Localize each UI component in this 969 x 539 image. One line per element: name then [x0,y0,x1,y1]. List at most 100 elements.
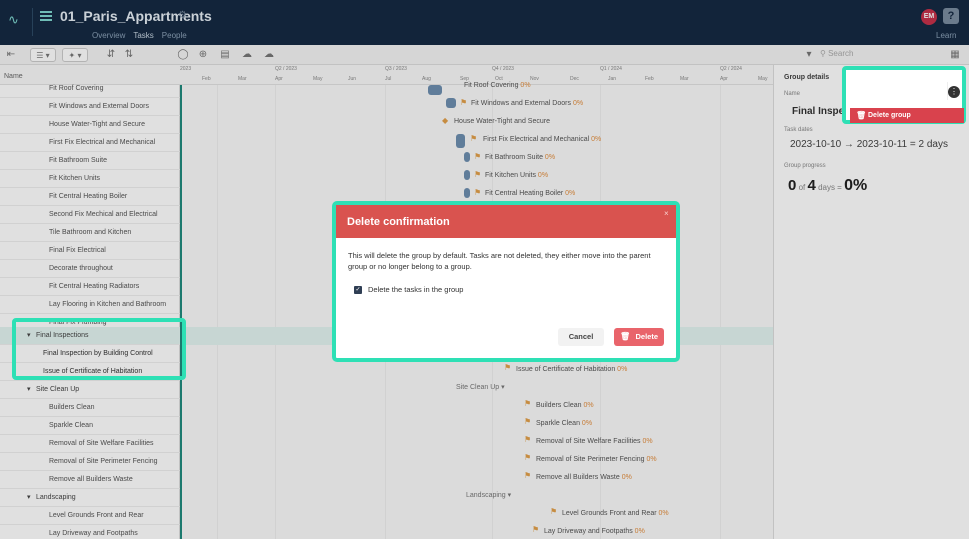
today-marker [180,85,182,539]
zoom-out-icon[interactable]: ◯ [176,48,190,62]
task-row[interactable]: Lay Driveway and Footpaths [0,525,180,539]
month-label: Dec [570,76,579,82]
expand-icon[interactable]: ⇵ [104,48,118,62]
month-label: Nov [530,76,539,82]
menu-icon[interactable] [40,11,52,21]
highlight-group-rows [12,318,186,380]
filter-icon[interactable]: ▾ [802,48,816,62]
task-dates-value: 2023-10-10 → 2023-10-11 = 2 days [790,139,948,150]
task-row[interactable]: Fit Windows and External Doors [0,98,180,116]
help-button[interactable]: ? [943,8,959,24]
task-row[interactable]: Decorate throughout [0,260,180,278]
group-progress: 0 of 4 days = 0% [788,177,868,194]
group-row-landscaping[interactable]: Landscaping [0,489,180,507]
cloud-upload-icon[interactable]: ☁ [262,48,276,62]
gantt-label: Sparkle Clean 0% [536,420,593,427]
task-row[interactable]: Builders Clean [0,399,180,417]
task-row[interactable]: Removal of Site Perimeter Fencing [0,453,180,471]
month-label: Mar [238,76,247,82]
close-icon[interactable]: × [664,209,669,218]
cloud-download-icon[interactable]: ☁ [240,48,254,62]
search-input[interactable]: ⚲ Search [820,49,940,62]
project-title[interactable]: 01_Paris_Appartments [60,8,212,24]
task-row[interactable]: Second Fix Mechical and Electrical [0,206,180,224]
gantt-bar[interactable] [456,134,465,148]
activity-icon[interactable]: ∿ [8,12,19,28]
add-task-dropdown[interactable]: ☰ ▾ [30,48,56,62]
trash-icon: 🗑 [620,332,631,341]
gantt-label: Level Grounds Front and Rear 0% [562,510,669,517]
more-options-icon[interactable]: ⋮ [948,86,960,98]
delete-group-button[interactable]: 🗑 Delete group [850,108,964,123]
divider [32,8,33,36]
gantt-bar[interactable] [464,188,470,198]
group-name-input[interactable] [848,82,948,100]
milestone-flag-icon: ⚑ [474,170,482,179]
gantt-label: Builders Clean 0% [536,402,594,409]
month-label: Feb [202,76,211,82]
panel-toggle-icon[interactable]: ▦ [948,48,962,62]
tab-tasks[interactable]: Tasks [133,31,153,40]
project-tabs: Overview Tasks People [92,31,187,40]
zoom-in-icon[interactable]: ⊕ [196,48,210,62]
task-row[interactable]: House Water-Tight and Secure [0,116,180,134]
tools-dropdown[interactable]: ✦ ▾ [62,48,88,62]
task-row[interactable]: Removal of Site Welfare Facilities [0,435,180,453]
tab-people[interactable]: People [162,31,187,40]
toolbar: ⇤ ☰ ▾ ✦ ▾ ⇵ ⇅ ◯ ⊕ ▤ ☁ ☁ ▾ ⚲ Search ▦ [0,45,969,65]
gantt-label: Fit Roof Covering 0% [464,82,531,89]
milestone-flag-icon: ⚑ [470,134,478,143]
gantt-label: Issue of Certificate of Habitation 0% [516,366,628,373]
checkbox-check-icon[interactable]: ✓ [354,286,362,295]
learn-link[interactable]: Learn [936,31,956,40]
gantt-bar[interactable] [428,85,442,95]
task-row[interactable]: Fit Roof Covering [0,80,180,98]
quarter-label: Q3 / 2023 [385,66,407,72]
task-row[interactable]: Final Fix Electrical [0,242,180,260]
task-row[interactable]: Fit Central Heating Radiators [0,278,180,296]
settings-gear-icon[interactable]: ⚙ [178,10,187,21]
gantt-bar[interactable] [464,152,470,162]
gantt-bar[interactable] [446,98,456,108]
month-label: May [758,76,768,82]
quarter-label: Q2 / 2023 [275,66,297,72]
name-column-header: Name [4,73,23,80]
modal-header: Delete confirmation × [336,205,676,238]
milestone-flag-icon: ⚑ [460,98,468,107]
indent-icon[interactable]: ⇤ [4,48,18,62]
delete-button[interactable]: 🗑 Delete [614,328,664,346]
gantt-label: House Water-Tight and Secure [454,118,550,125]
month-label: Aug [422,76,431,82]
gantt-label: Fit Windows and External Doors 0% [471,100,584,107]
delete-tasks-checkbox[interactable]: ✓ Delete the tasks in the group [354,285,463,295]
collapse-icon[interactable]: ⇅ [122,48,136,62]
modal-title: Delete confirmation [347,216,450,228]
task-row[interactable]: Remove all Builders Waste [0,471,180,489]
task-row[interactable]: Lay Flooring in Kitchen and Bathroom [0,296,180,314]
modal-message: This will delete the group by default. T… [348,251,651,271]
month-label: Mar [680,76,689,82]
gantt-label: Fit Kitchen Units 0% [485,172,549,179]
milestone-flag-icon: ⚑ [524,471,532,480]
gantt-group-label: Landscaping ▾ [466,492,512,499]
task-row[interactable]: Fit Central Heating Boiler [0,188,180,206]
user-avatar[interactable]: EM [921,9,937,25]
task-row[interactable]: Fit Kitchen Units [0,170,180,188]
task-row[interactable]: Level Grounds Front and Rear [0,507,180,525]
name-label: Name [784,91,801,97]
cancel-button[interactable]: Cancel [558,328,604,346]
group-row-site-clean-up[interactable]: Site Clean Up [0,381,180,399]
gantt-label: Removal of Site Perimeter Fencing 0% [536,456,657,463]
task-row[interactable]: Sparkle Clean [0,417,180,435]
group-details-panel: Group details Name Final Inspeti Task da… [773,65,969,539]
month-label: Jan [608,76,617,82]
gantt-label: First Fix Electrical and Mechanical 0% [483,136,602,143]
tab-overview[interactable]: Overview [92,31,125,40]
task-row[interactable]: Fit Bathroom Suite [0,152,180,170]
quarter-label: Q1 / 2024 [600,66,622,72]
print-icon[interactable]: ▤ [218,48,232,62]
task-row[interactable]: First Fix Electrical and Mechanical [0,134,180,152]
gantt-bar[interactable] [464,170,470,180]
gantt-label: Fit Central Heating Boiler 0% [485,190,576,197]
task-row[interactable]: Tile Bathroom and Kitchen [0,224,180,242]
